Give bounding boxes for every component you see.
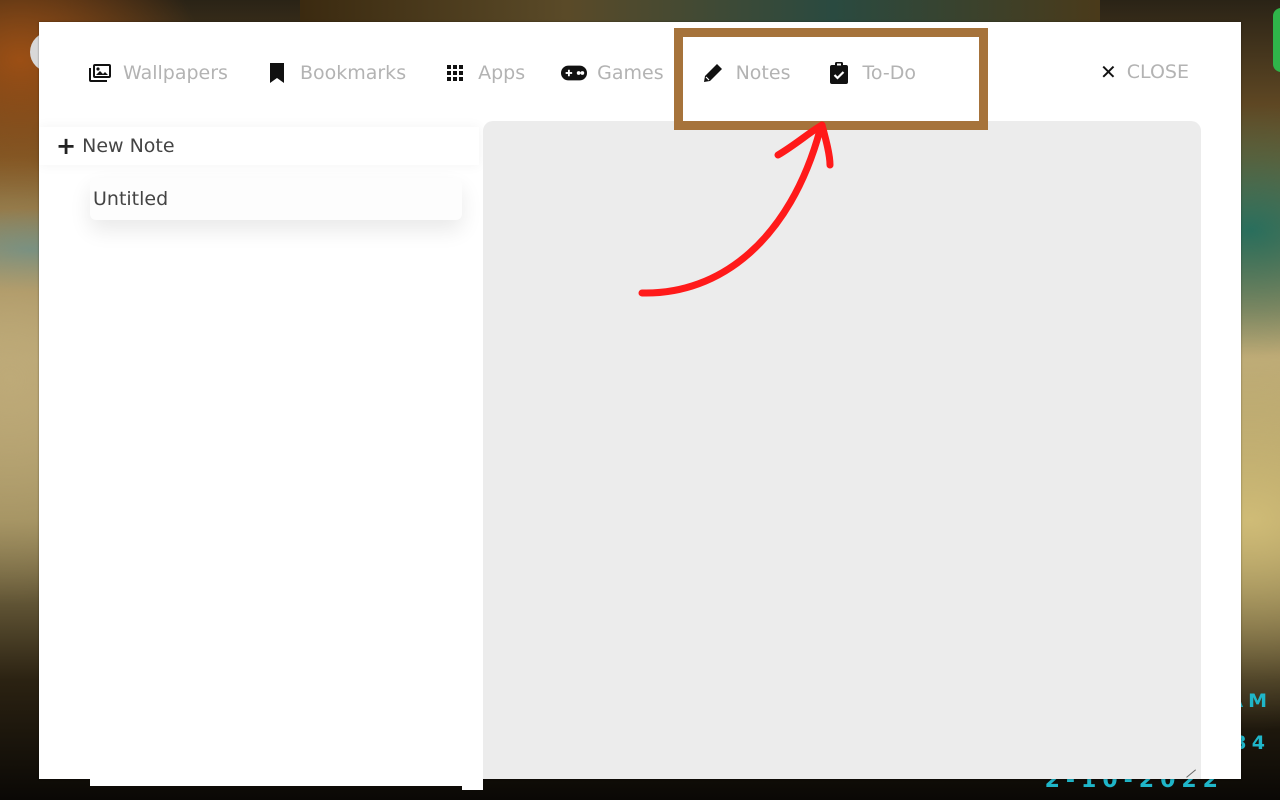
nav-label: Games <box>597 62 664 84</box>
close-button[interactable]: ✕ CLOSE <box>1100 60 1189 84</box>
bookmark-icon <box>264 62 290 84</box>
close-icon: ✕ <box>1100 60 1117 84</box>
nav-label: Wallpapers <box>123 62 228 84</box>
gamepad-icon <box>561 62 588 84</box>
images-icon <box>87 62 113 84</box>
close-label: CLOSE <box>1126 61 1189 83</box>
note-title: Untitled <box>93 188 169 210</box>
nav-item-wallpapers[interactable]: Wallpapers <box>87 62 228 84</box>
list-scroll-foot <box>462 760 483 790</box>
new-note-label: New Note <box>82 135 175 157</box>
plus-icon: + <box>56 132 77 160</box>
nav-label: Bookmarks <box>299 62 407 84</box>
grid-icon <box>442 62 468 84</box>
nav-item-bookmarks[interactable]: Bookmarks <box>264 62 406 84</box>
nav-label: Apps <box>478 62 526 84</box>
arrow-head <box>774 121 834 169</box>
annotation-arrow-icon <box>638 121 834 297</box>
wallpaper-background <box>300 0 1100 24</box>
nav-item-apps[interactable]: Apps <box>442 62 525 84</box>
arrow-shaft <box>638 126 824 297</box>
notes-list-panel <box>90 166 462 786</box>
nav-item-games[interactable]: Games <box>561 62 664 84</box>
new-note-button[interactable]: + New Note <box>39 127 479 165</box>
note-list-item[interactable]: Untitled <box>90 178 462 220</box>
side-widget-tab[interactable] <box>1273 8 1280 72</box>
